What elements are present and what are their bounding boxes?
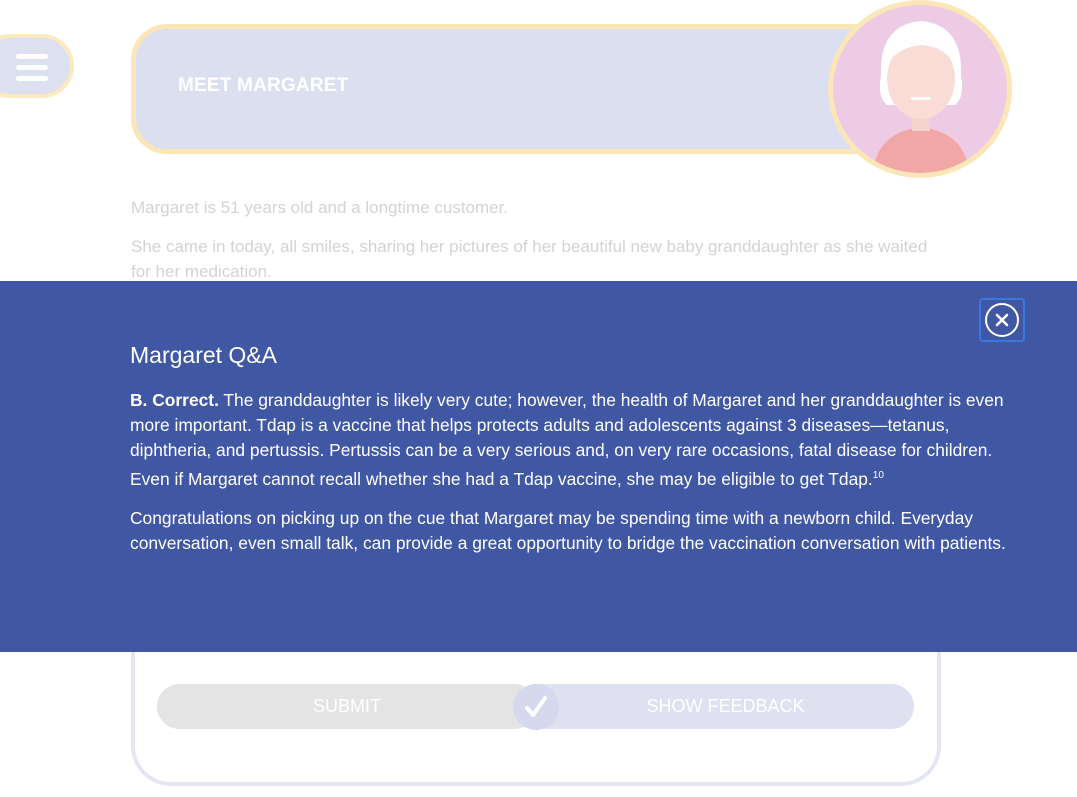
congrats-paragraph: Congratulations on picking up on the cue…: [130, 507, 1006, 553]
submit-button[interactable]: SUBMIT: [157, 684, 537, 729]
hamburger-icon: [16, 54, 48, 87]
intro-paragraph-1: Margaret is 51 years old and a longtime …: [131, 198, 509, 217]
page-title: MEET MARGARET: [178, 75, 349, 96]
show-feedback-button[interactable]: SHOW FEEDBACK: [537, 684, 914, 729]
feedback-modal: Margaret Q&A B. Correct. The granddaught…: [0, 281, 1077, 652]
close-icon: [985, 303, 1019, 337]
footnote-ref: 10: [872, 470, 884, 481]
intro-paragraph-2: She came in today, all smiles, sharing h…: [131, 237, 928, 281]
checkmark-icon: [513, 684, 559, 730]
answer-label: B. Correct.: [130, 390, 219, 410]
menu-button[interactable]: [0, 34, 74, 98]
close-button[interactable]: [979, 298, 1025, 342]
modal-title: Margaret Q&A: [130, 342, 277, 368]
header-card: MEET MARGARET: [131, 24, 921, 154]
avatar: [828, 0, 1012, 178]
avatar-illustration: [873, 21, 969, 173]
modal-body: B. Correct. The granddaughter is likely …: [130, 388, 1030, 570]
answer-paragraph: B. Correct. The granddaughter is likely …: [130, 388, 1030, 492]
